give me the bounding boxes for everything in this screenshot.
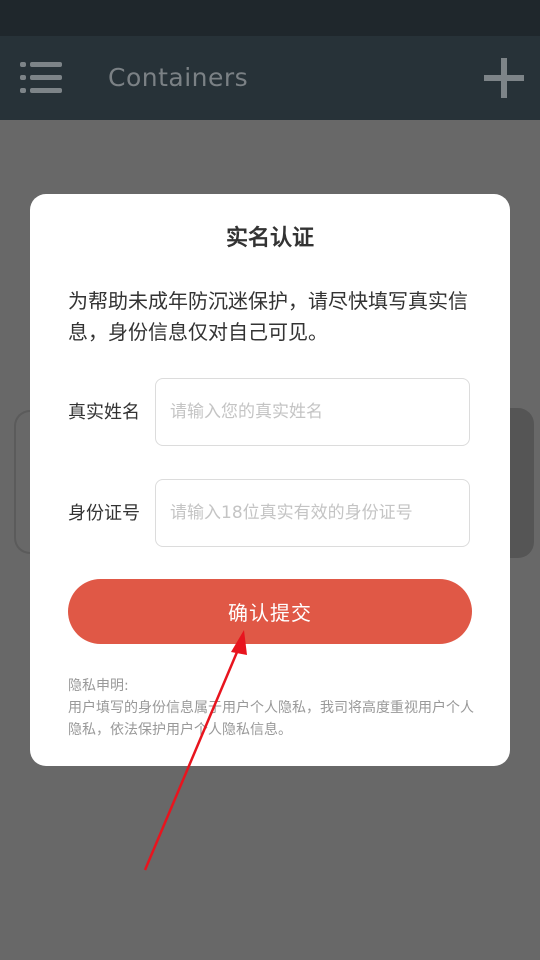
real-name-input[interactable]	[155, 378, 470, 446]
privacy-statement-text: 用户填写的身份信息属于用户个人隐私，我司将高度重视用户个人隐私，依法保护用户个人…	[68, 700, 474, 738]
background-card-edge-right	[506, 408, 534, 558]
confirm-submit-button[interactable]: 确认提交	[68, 579, 472, 644]
menu-list-icon[interactable]	[20, 58, 64, 98]
id-number-input[interactable]	[155, 479, 470, 547]
dialog-description: 为帮助未成年防沉迷保护，请尽快填写真实信息，身份信息仅对自己可见。	[68, 289, 468, 344]
id-number-label: 身份证号	[68, 503, 140, 524]
real-name-label: 真实姓名	[68, 402, 140, 423]
app-bar: Containers	[0, 36, 540, 120]
plus-icon[interactable]	[482, 56, 526, 100]
privacy-statement-title: 隐私申明:	[68, 678, 129, 694]
app-title: Containers	[108, 63, 249, 92]
real-name-verification-dialog: 实名认证 为帮助未成年防沉迷保护，请尽快填写真实信息，身份信息仅对自己可见。 真…	[30, 194, 510, 766]
status-bar	[0, 0, 540, 36]
dialog-title: 实名认证	[225, 226, 314, 251]
